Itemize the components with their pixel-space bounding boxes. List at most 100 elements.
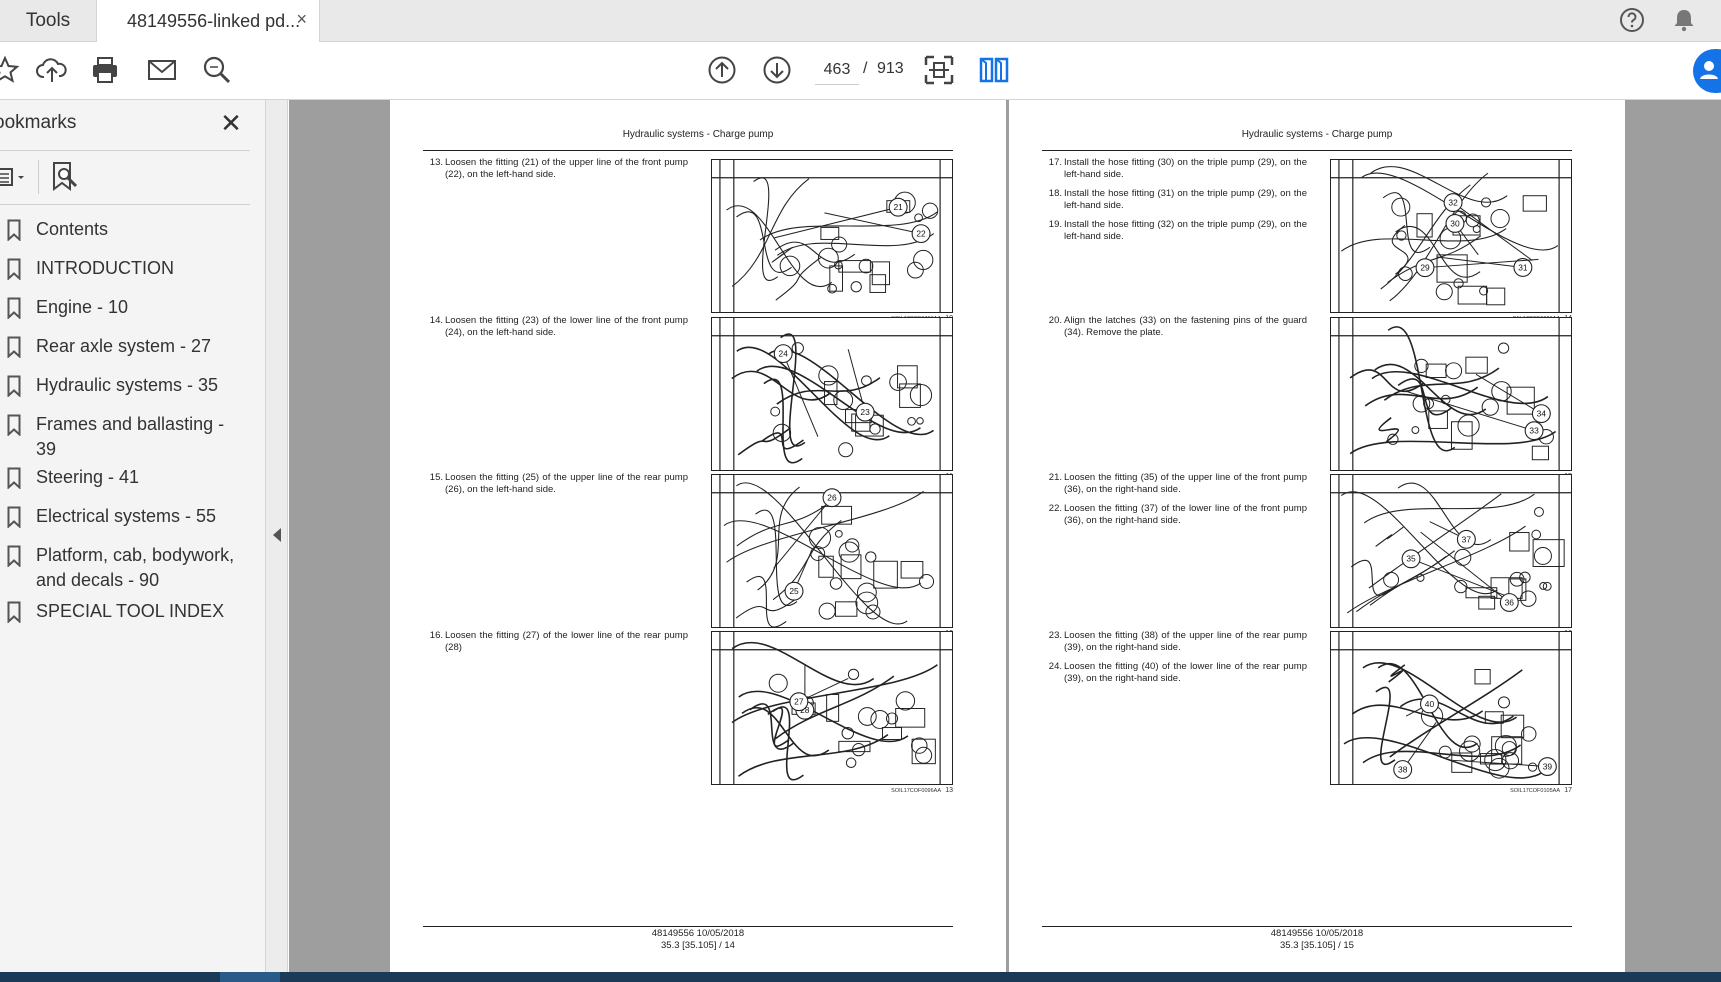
step-text: Loosen the fitting (21) of the upper lin… (445, 157, 688, 180)
figure-illustration: 32 31 29 30 (1330, 159, 1572, 313)
step-number: 14. (429, 315, 443, 326)
step-number: 19. (1048, 219, 1062, 230)
divider (0, 204, 250, 205)
document-viewport[interactable]: Hydraulic systems - Charge pump 13. Loosen… (289, 100, 1721, 972)
figure-callout: 27 (794, 697, 804, 707)
tab-tools[interactable]: Tools (0, 0, 96, 41)
bookmark-item[interactable]: Steering - 41 (0, 462, 250, 501)
bookmark-icon (7, 601, 21, 623)
step-number: 22. (1048, 503, 1062, 514)
step-text: Align the latches (33) on the fastening … (1064, 315, 1307, 338)
bookmark-icon (7, 219, 21, 241)
figure-callout: 36 (1505, 598, 1515, 608)
step-text: Install the hose fitting (30) on the tri… (1064, 157, 1307, 180)
step-text: Loosen the fitting (23) of the lower lin… (445, 315, 688, 338)
step-number: 15. (429, 472, 443, 483)
step-number: 16. (429, 630, 443, 641)
figure-illustration: 33 34 (1330, 317, 1572, 471)
figure-callout: 24 (779, 349, 789, 359)
figure-callout: 32 (1448, 198, 1458, 208)
bookmark-icon (7, 258, 21, 280)
step-text: Loosen the fitting (37) of the lower lin… (1064, 503, 1307, 526)
tab-close-icon[interactable]: × (296, 9, 307, 30)
zoom-search-icon[interactable] (200, 53, 234, 87)
figure-illustration: 39 40 38 (1330, 631, 1572, 785)
bookmark-item[interactable]: Electrical systems - 55 (0, 501, 250, 540)
bookmark-label: Electrical systems - 55 (36, 506, 217, 526)
bookmark-item[interactable]: Frames and ballasting - 39 (0, 409, 250, 462)
step-number: 21. (1048, 472, 1062, 483)
bookmarks-panel-title: ookmarks (0, 112, 77, 133)
figure-callout: 29 (1420, 263, 1430, 273)
bookmark-item[interactable]: Engine - 10 (0, 292, 250, 331)
step-text: Install the hose fitting (32) on the tri… (1064, 219, 1307, 242)
bookmark-item[interactable]: SPECIAL TOOL INDEX (0, 596, 250, 635)
step-text: Loosen the fitting (27) of the lower lin… (445, 630, 688, 653)
next-page-icon[interactable] (760, 53, 794, 87)
figure-illustration: 37 35 36 (1330, 474, 1572, 628)
star-icon[interactable] (0, 53, 22, 87)
help-icon[interactable] (1618, 6, 1646, 34)
figure-callout: 38 (1398, 764, 1408, 774)
bookmark-label: Engine - 10 (36, 297, 129, 317)
fit-page-icon[interactable] (922, 53, 956, 87)
bookmark-list: Contents INTRODUCTION Engine - 10 Rear axle… (0, 214, 250, 635)
footer-page-ref: 35.3 [35.105] / 14 (661, 940, 735, 951)
page-number-input[interactable] (815, 55, 859, 85)
bookmark-icon (7, 414, 21, 436)
footer-rule (423, 926, 953, 927)
page-header: Hydraulic systems - Charge pump (622, 129, 774, 140)
step-text: Loosen the fitting (38) of the upper lin… (1064, 630, 1307, 653)
bookmark-icon (7, 506, 21, 528)
bookmark-label: SPECIAL TOOL INDEX (36, 601, 225, 621)
find-bookmark-icon[interactable] (50, 160, 82, 194)
print-icon[interactable] (88, 53, 122, 87)
account-avatar[interactable] (1693, 49, 1721, 93)
footer-doc-id: 48149556 10/05/2018 (651, 928, 745, 939)
two-page-view-icon[interactable] (977, 53, 1011, 87)
figure-illustration: 22 21 (711, 159, 953, 313)
collapse-panel-button[interactable] (266, 100, 288, 972)
figure-callout: 26 (827, 493, 837, 503)
total-pages: 913 (877, 60, 904, 77)
figure-illustration: 28 27 (711, 631, 953, 785)
document-page-left: Hydraulic systems - Charge pump 13. Loosen… (390, 100, 1006, 972)
bookmark-label: Contents (36, 219, 109, 239)
figure-callout: 22 (916, 229, 926, 239)
bookmark-item[interactable]: Rear axle system - 27 (0, 331, 250, 370)
tab-document[interactable]: 48149556-linked pd... × (96, 0, 320, 42)
step-text: Loosen the fitting (35) of the upper lin… (1064, 472, 1307, 495)
bookmark-item[interactable]: Contents (0, 214, 250, 253)
bookmark-item[interactable]: Hydraulic systems - 35 (0, 370, 250, 409)
bookmark-label: Frames and ballasting - 39 (36, 414, 225, 459)
figure-callout: 21 (893, 202, 903, 212)
bookmark-icon (7, 467, 21, 489)
divider (38, 160, 39, 194)
figure-callout: 33 (1529, 426, 1539, 436)
bookmark-label: Rear axle system - 27 (36, 336, 212, 356)
bookmark-item[interactable]: Platform, cab, bodywork, and decals - 90 (0, 540, 250, 596)
bookmark-label: Steering - 41 (36, 467, 140, 487)
options-menu-icon[interactable] (0, 162, 30, 192)
taskbar-active-app[interactable] (220, 972, 280, 982)
previous-page-icon[interactable] (705, 53, 739, 87)
page-footer: 48149556 10/05/2018 35.3 [35.105] / 14 (390, 928, 1006, 952)
figure-callout: 37 (1462, 534, 1472, 544)
mail-icon[interactable] (145, 53, 179, 87)
figure-code: SOIL17COF0096AA (891, 788, 941, 794)
header-rule (1042, 150, 1572, 151)
bookmark-item[interactable]: INTRODUCTION (0, 253, 250, 292)
notifications-icon[interactable] (1670, 6, 1698, 34)
figure-illustration: 24 23 (711, 317, 953, 471)
bookmark-icon (7, 375, 21, 397)
cloud-upload-icon[interactable] (35, 53, 69, 87)
close-panel-icon[interactable]: ✕ (218, 108, 244, 138)
step-number: 20. (1048, 315, 1062, 326)
os-taskbar (0, 972, 1721, 982)
document-page-right: Hydraulic systems - Charge pump 17. Instal… (1009, 100, 1625, 972)
step-text: Install the hose fitting (31) on the tri… (1064, 188, 1307, 211)
footer-doc-id: 48149556 10/05/2018 (1270, 928, 1364, 939)
bookmark-icon (7, 297, 21, 319)
figure-callout: 35 (1406, 554, 1416, 564)
step-number: 13. (429, 157, 443, 168)
